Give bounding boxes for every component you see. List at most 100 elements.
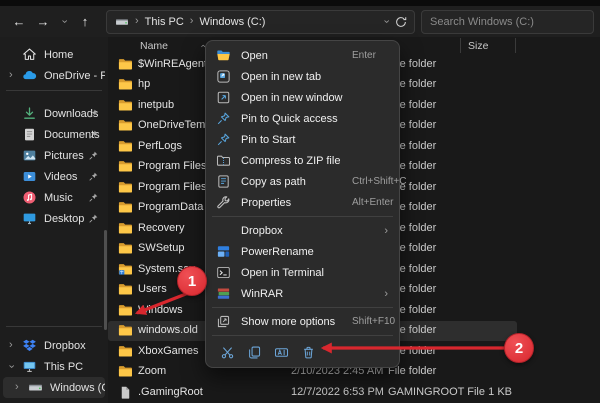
sidebar-item-label: Desktop <box>44 213 84 225</box>
pin-icon <box>88 213 99 224</box>
sidebar-item-windows-c[interactable]: › Windows (C:) <box>3 377 105 398</box>
sidebar-item-dropbox[interactable]: › Dropbox <box>3 335 105 356</box>
menu-item-open-in-new-window[interactable]: Open in new window <box>210 87 395 108</box>
pin-icon <box>88 192 99 203</box>
expand-slot: › <box>9 70 22 81</box>
menu-separator <box>212 216 393 217</box>
new-tab-icon <box>216 69 231 84</box>
terminal-icon <box>216 265 231 280</box>
menu-item-open[interactable]: OpenEnter <box>210 45 395 66</box>
cell-size: 1 KB <box>438 386 512 398</box>
cell-name: Users <box>138 283 167 295</box>
cell-name: windows.old <box>138 324 198 336</box>
menu-item-label: Show more options <box>241 316 335 328</box>
address-bar[interactable]: › This PC › Windows (C:) › <box>106 10 415 34</box>
breadcrumb-this-pc[interactable]: This PC <box>145 16 184 28</box>
refresh-icon[interactable] <box>394 15 408 29</box>
menu-item-open-in-new-tab[interactable]: Open in new tab <box>210 66 395 87</box>
sidebar: Home › OneDrive - Pers DownloadsDocumentsPi… <box>0 37 108 403</box>
cell-name: Windows <box>138 304 183 316</box>
delete-button[interactable] <box>299 343 317 361</box>
back-button[interactable]: ← <box>10 12 28 32</box>
menu-item-open-in-terminal[interactable]: Open in Terminal <box>210 262 395 283</box>
column-header-name[interactable]: Name <box>140 40 168 52</box>
pin-icon <box>88 171 99 182</box>
cell-name: $WinREAgent <box>138 58 207 70</box>
menu-item-powerrename[interactable]: PowerRename <box>210 241 395 262</box>
sidebar-item-label: Videos <box>44 171 77 183</box>
powerrename-icon <box>216 244 231 259</box>
sidebar-item-downloads[interactable]: Downloads <box>3 103 105 124</box>
up-button[interactable]: ↑ <box>76 12 94 32</box>
expand-slot: › <box>9 361 22 372</box>
menu-item-compress-to-zip-file[interactable]: Compress to ZIP file <box>210 150 395 171</box>
sidebar-item-label: Dropbox <box>44 340 86 352</box>
menu-item-label: PowerRename <box>241 246 314 258</box>
address-dropdown-chevron-icon[interactable]: › <box>381 20 392 24</box>
menu-item-pin-to-start[interactable]: Pin to Start <box>210 129 395 150</box>
menu-item-label: Dropbox <box>241 225 283 237</box>
sidebar-item-music[interactable]: Music <box>3 187 105 208</box>
file-row-gamingroot[interactable]: .GamingRoot12/7/2022 6:53 PMGAMINGROOT F… <box>108 382 517 403</box>
sidebar-item-this-pc[interactable]: › This PC <box>3 356 105 377</box>
cut-button[interactable] <box>218 343 236 361</box>
submenu-chevron-icon: › <box>384 225 388 237</box>
sidebar-scrollbar[interactable] <box>104 230 107 330</box>
folder-icon <box>118 221 133 236</box>
rename-button[interactable] <box>272 343 290 361</box>
menu-item-properties[interactable]: PropertiesAlt+Enter <box>210 192 395 213</box>
menu-item-pin-to-quick-access[interactable]: Pin to Quick access <box>210 108 395 129</box>
expand-chevron-icon[interactable]: › <box>5 365 16 369</box>
menu-item-label: Properties <box>241 197 291 209</box>
videos-icon <box>22 169 37 184</box>
forward-button[interactable]: → <box>34 12 52 32</box>
column-header-size[interactable]: Size <box>468 40 488 52</box>
breadcrumb-current-drive[interactable]: Windows (C:) <box>199 16 265 28</box>
open-folder-icon <box>216 48 231 63</box>
sidebar-item-desktop[interactable]: Desktop <box>3 208 105 229</box>
sidebar-item-label: Windows (C:) <box>50 382 105 394</box>
wrench-icon <box>216 195 231 210</box>
menu-item-copy-as-path[interactable]: Copy as pathCtrl+Shift+C <box>210 171 395 192</box>
winrar-icon <box>216 286 231 301</box>
sidebar-item-label: This PC <box>44 361 83 373</box>
copy-button[interactable] <box>245 343 263 361</box>
search-input[interactable] <box>430 16 585 28</box>
sidebar-item-home[interactable]: Home <box>3 44 105 65</box>
cell-name: SWSetup <box>138 242 184 254</box>
menu-item-shortcut: Enter <box>352 50 376 61</box>
folder-icon <box>118 180 133 195</box>
expand-chevron-icon[interactable]: › <box>9 340 13 351</box>
menu-item-dropbox[interactable]: Dropbox › <box>210 220 395 241</box>
annotation-circle-2: 2 <box>504 333 534 363</box>
sidebar-item-label: OneDrive - Pers <box>44 70 105 82</box>
folder-icon <box>118 323 133 338</box>
navigation-buttons: ← → › ↑ <box>10 12 94 32</box>
sidebar-item-label: Music <box>44 192 73 204</box>
toolbar: ← → › ↑ › This PC › Windows (C:) › <box>0 6 600 37</box>
pin-icon <box>88 129 99 140</box>
sidebar-item-pictures[interactable]: Pictures <box>3 145 105 166</box>
music-icon <box>22 190 37 205</box>
menu-quick-actions <box>210 339 395 363</box>
cell-name: Program Files <box>138 160 206 172</box>
sidebar-item-onedrive-pers[interactable]: › OneDrive - Pers <box>3 65 105 86</box>
sidebar-separator <box>6 326 102 327</box>
context-menu: OpenEnterOpen in new tabOpen in new wind… <box>205 40 400 368</box>
sidebar-item-documents[interactable]: Documents <box>3 124 105 145</box>
search-box[interactable] <box>421 10 594 34</box>
expand-chevron-icon[interactable]: › <box>15 382 19 393</box>
expand-chevron-icon[interactable]: › <box>9 70 13 81</box>
column-divider[interactable] <box>460 38 461 53</box>
home-icon <box>22 47 37 62</box>
menu-separator <box>212 335 393 336</box>
dropbox-icon <box>22 338 37 353</box>
zip-icon <box>216 153 231 168</box>
cell-name: hp <box>138 78 150 90</box>
menu-item-winrar[interactable]: WinRAR› <box>210 283 395 304</box>
recent-locations-chevron-icon[interactable]: › <box>58 12 70 32</box>
sidebar-item-videos[interactable]: Videos <box>3 166 105 187</box>
file-explorer-window: ← → › ↑ › This PC › Windows (C:) › Home›… <box>0 0 600 403</box>
menu-item-show-more-options[interactable]: Show more optionsShift+F10 <box>210 311 395 332</box>
column-divider[interactable] <box>515 38 516 53</box>
